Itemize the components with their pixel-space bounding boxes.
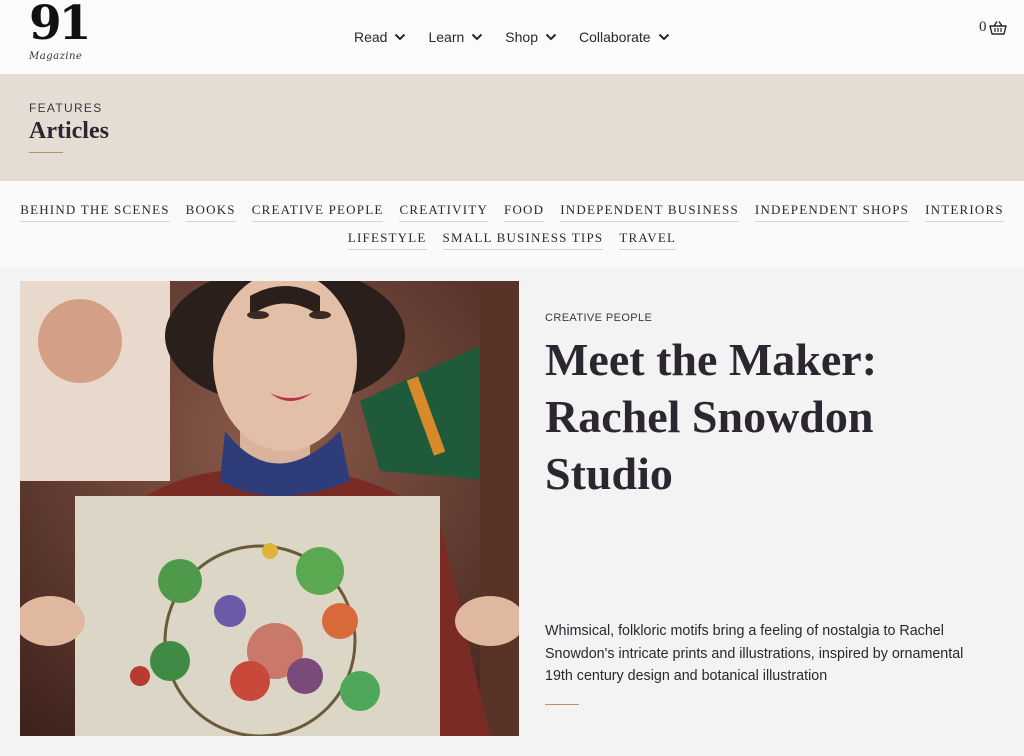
chevron-down-icon <box>545 33 557 41</box>
article-image[interactable] <box>20 281 519 736</box>
category-lifestyle[interactable]: LIFESTYLE <box>347 230 427 250</box>
category-travel[interactable]: TRAVEL <box>619 230 677 250</box>
logo-word: Magazine <box>29 51 83 62</box>
site-header: 91 Magazine Read Learn Shop Collaborate … <box>0 0 1024 74</box>
nav-collaborate[interactable]: Collaborate <box>579 28 670 46</box>
article-excerpt: Whimsical, folkloric motifs bring a feel… <box>545 623 964 684</box>
category-row: LIFESTYLE SMALL BUSINESS TIPS TRAVEL <box>0 230 1024 250</box>
nav-shop-label: Shop <box>505 29 538 45</box>
logo-number: 91 <box>29 0 91 51</box>
category-row: BEHIND THE SCENES BOOKS CREATIVE PEOPLE … <box>0 202 1024 222</box>
chevron-down-icon <box>658 33 669 41</box>
main-nav: Read Learn Shop Collaborate <box>354 28 692 46</box>
chevron-down-icon <box>395 33 406 41</box>
basket-icon <box>988 20 1007 35</box>
category-books[interactable]: BOOKS <box>185 202 236 222</box>
cart-count: 0 <box>979 19 987 35</box>
article-category[interactable]: CREATIVE PEOPLE <box>545 312 652 324</box>
nav-learn[interactable]: Learn <box>428 28 483 46</box>
page-title: Articles <box>29 118 109 144</box>
category-interiors[interactable]: INTERIORS <box>925 202 1004 222</box>
category-food[interactable]: FOOD <box>504 202 545 222</box>
category-small-business-tips[interactable]: SMALL BUSINESS TIPS <box>442 230 604 250</box>
category-creative-people[interactable]: CREATIVE PEOPLE <box>251 202 384 222</box>
chevron-down-icon <box>472 33 483 41</box>
article-divider <box>545 704 579 705</box>
category-behind-the-scenes[interactable]: BEHIND THE SCENES <box>20 202 170 222</box>
site-logo[interactable]: 91 Magazine <box>29 0 91 66</box>
nav-collaborate-label: Collaborate <box>578 29 651 45</box>
category-independent-shops[interactable]: INDEPENDENT SHOPS <box>754 202 910 222</box>
category-filter: BEHIND THE SCENES BOOKS CREATIVE PEOPLE … <box>0 181 1024 268</box>
section-kicker[interactable]: FEATURES <box>29 101 103 115</box>
article-title[interactable]: Meet the Maker: Rachel Snowdon Studio <box>545 331 995 502</box>
section-header: FEATURES Articles <box>0 74 1024 181</box>
nav-read-label: Read <box>354 29 388 45</box>
category-independent-business[interactable]: INDEPENDENT BUSINESS <box>560 202 739 222</box>
nav-read[interactable]: Read <box>354 28 406 46</box>
article-photo-illustration <box>20 281 519 736</box>
nav-learn-label: Learn <box>428 29 465 45</box>
cart-button[interactable]: 0 <box>979 19 1007 36</box>
title-divider <box>29 152 63 153</box>
category-creativity[interactable]: CREATIVITY <box>399 202 489 222</box>
nav-shop[interactable]: Shop <box>505 28 557 46</box>
